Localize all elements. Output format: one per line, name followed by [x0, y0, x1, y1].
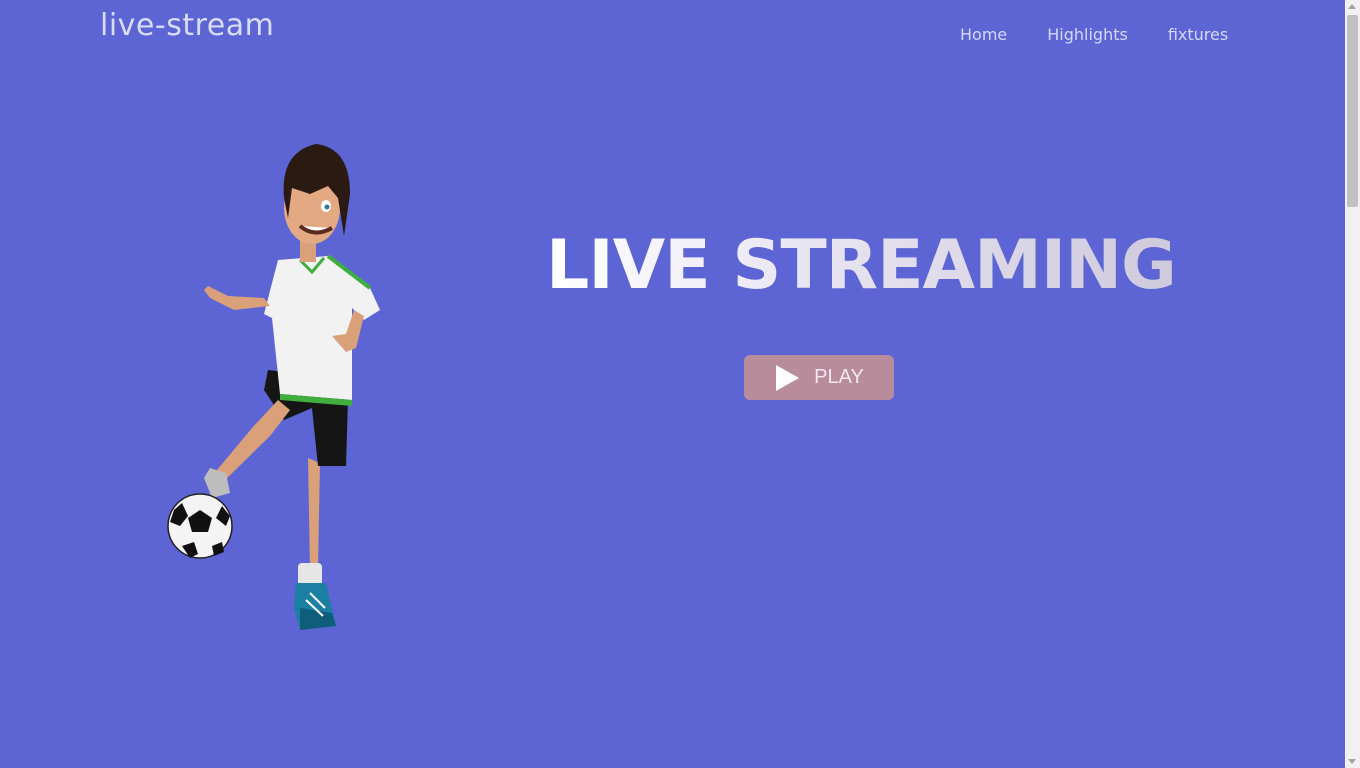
play-button[interactable]: PLAY	[744, 355, 894, 400]
nav-highlights[interactable]: Highlights	[1027, 25, 1148, 44]
top-nav: Home Highlights fixtures	[940, 25, 1248, 44]
brand-logo[interactable]: live-stream	[100, 8, 274, 43]
scroll-down-icon[interactable]	[1348, 759, 1356, 764]
soccer-player-illustration	[167, 144, 380, 630]
scroll-thumb[interactable]	[1347, 15, 1358, 207]
vertical-scrollbar[interactable]	[1345, 0, 1360, 768]
scroll-up-icon[interactable]	[1348, 4, 1356, 9]
nav-fixtures[interactable]: fixtures	[1148, 25, 1248, 44]
soccer-ball-icon	[167, 493, 233, 559]
hero-title: LIVE STREAMING	[546, 226, 1177, 305]
page: live-stream Home Highlights fixtures LIV…	[0, 0, 1345, 768]
nav-home[interactable]: Home	[940, 25, 1027, 44]
play-icon	[774, 364, 800, 392]
play-button-label: PLAY	[814, 366, 864, 388]
